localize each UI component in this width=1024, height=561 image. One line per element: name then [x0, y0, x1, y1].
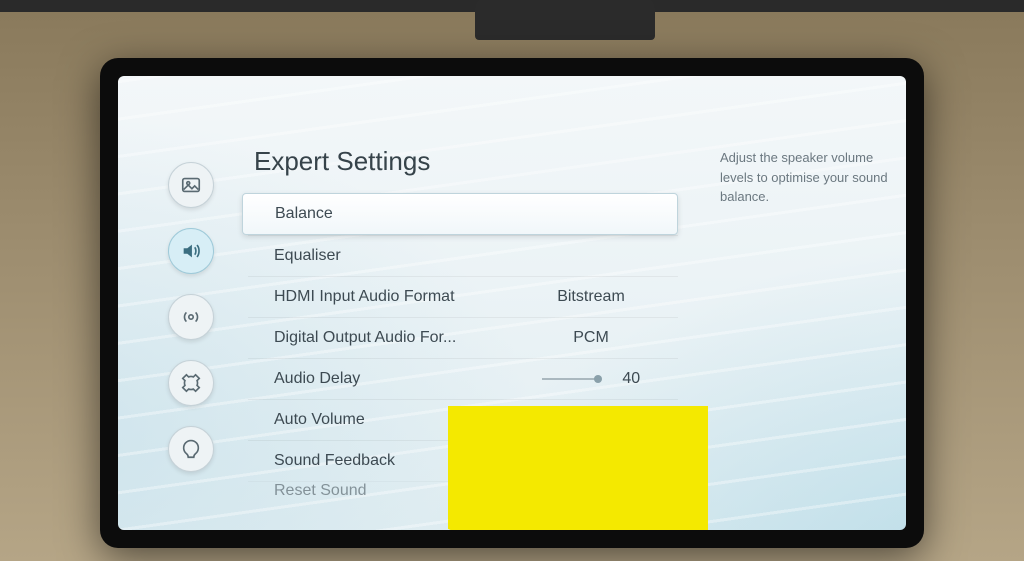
- menu-value: [504, 409, 678, 432]
- auto-volume-toggle[interactable]: [582, 409, 600, 427]
- menu-item-digital-output-audio-format[interactable]: Digital Output Audio For... PCM: [248, 317, 678, 358]
- menu-item-balance[interactable]: Balance: [242, 193, 678, 235]
- menu-value: Low: [504, 452, 678, 470]
- help-text: Adjust the speaker volume levels to opti…: [720, 148, 888, 207]
- menu-item-sound-feedback[interactable]: Sound Feedback Low: [248, 440, 678, 481]
- tv-camera-unit: [475, 0, 655, 40]
- photo-background: Expert Settings Balance Equaliser HDMI I…: [0, 12, 1024, 561]
- menu-value: Bitstream: [504, 288, 678, 306]
- menu-label: Balance: [275, 205, 505, 223]
- menu-item-auto-volume[interactable]: Auto Volume: [248, 399, 678, 440]
- sidebar-picture-icon[interactable]: [168, 162, 214, 208]
- menu-value: 40: [504, 370, 678, 388]
- panel-title: Expert Settings: [254, 146, 678, 177]
- menu-value: PCM: [504, 329, 678, 347]
- menu-item-reset-sound[interactable]: Reset Sound: [248, 481, 678, 500]
- sidebar-broadcast-icon[interactable]: [168, 294, 214, 340]
- settings-sidebar: [168, 162, 214, 472]
- menu-item-audio-delay[interactable]: Audio Delay 40: [248, 358, 678, 399]
- menu-label: Reset Sound: [274, 482, 504, 500]
- menu-label: Sound Feedback: [274, 452, 504, 470]
- audio-delay-slider[interactable]: [542, 378, 600, 380]
- audio-delay-value: 40: [622, 370, 640, 387]
- menu-label: Equaliser: [274, 247, 504, 265]
- menu-label: HDMI Input Audio Format: [274, 288, 504, 306]
- sidebar-general-icon[interactable]: [168, 360, 214, 406]
- sidebar-sound-icon[interactable]: [168, 228, 214, 274]
- tv-screen: Expert Settings Balance Equaliser HDMI I…: [118, 76, 906, 530]
- menu-label: Auto Volume: [274, 411, 504, 429]
- tv-frame: Expert Settings Balance Equaliser HDMI I…: [100, 58, 924, 548]
- menu-label: Digital Output Audio For...: [274, 329, 504, 347]
- menu-item-equaliser[interactable]: Equaliser: [248, 235, 678, 276]
- settings-panel: Expert Settings Balance Equaliser HDMI I…: [248, 146, 678, 500]
- sidebar-support-icon[interactable]: [168, 426, 214, 472]
- menu-item-hdmi-input-audio-format[interactable]: HDMI Input Audio Format Bitstream: [248, 276, 678, 317]
- menu-label: Audio Delay: [274, 370, 504, 388]
